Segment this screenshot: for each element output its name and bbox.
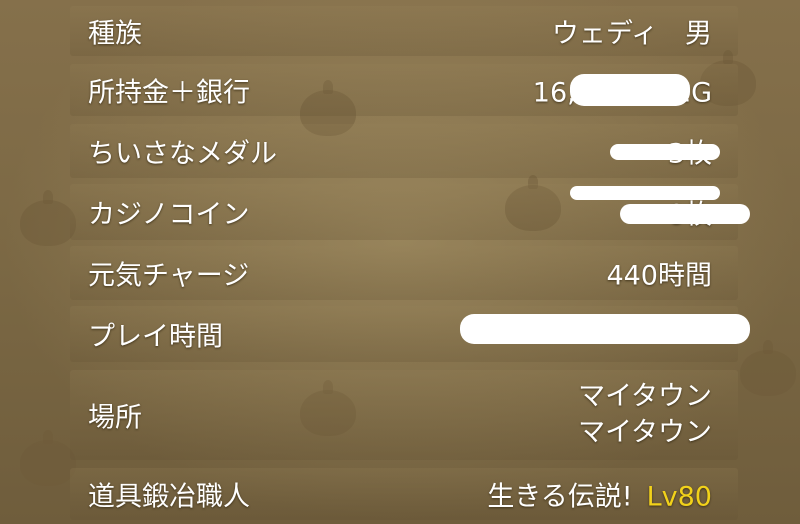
row-location: 場所 マイタウン マイタウン xyxy=(70,370,738,460)
redaction-mark xyxy=(610,144,720,160)
slime-decoration-icon xyxy=(740,340,796,396)
row-small-medals: ちいさなメダル 3枚 xyxy=(70,124,738,178)
redaction-mark xyxy=(570,186,720,200)
location-label: 場所 xyxy=(88,402,142,434)
race-value: ウェディ 男 xyxy=(551,18,712,50)
slime-decoration-icon xyxy=(20,430,76,486)
play-time-label: プレイ時間 xyxy=(88,321,223,353)
location-line-1: マイタウン xyxy=(578,381,712,412)
location-line-2: マイタウン xyxy=(578,417,712,448)
row-race: 種族 ウェディ 男 xyxy=(70,6,738,56)
row-play-time: プレイ時間 xyxy=(70,306,750,362)
row-casino-coins: カジノコイン 0枚 xyxy=(70,184,750,240)
gold-label: 所持金＋銀行 xyxy=(88,77,250,109)
redaction-mark xyxy=(570,74,690,106)
redaction-mark xyxy=(460,314,750,344)
row-craft-profession: 道具鍛冶職人 生きる伝説! Lv80 xyxy=(70,468,738,520)
craft-level: Lv80 xyxy=(646,481,712,513)
row-energy-charge: 元気チャージ 440時間 xyxy=(70,246,738,300)
energy-charge-label: 元気チャージ xyxy=(88,260,250,292)
casino-coins-label: カジノコイン xyxy=(88,199,250,231)
craft-profession-label: 道具鍛冶職人 xyxy=(88,481,250,513)
race-label: 種族 xyxy=(88,18,142,50)
character-info-panel: 種族 ウェディ 男 所持金＋銀行 16, 71G ちいさなメダル 3枚 カジノコ… xyxy=(0,0,800,524)
location-values: マイタウン マイタウン xyxy=(578,379,712,451)
small-medals-label: ちいさなメダル xyxy=(88,138,277,170)
row-gold: 所持金＋銀行 16, 71G xyxy=(70,64,738,116)
craft-title: 生きる伝説! xyxy=(487,481,633,513)
redaction-mark xyxy=(620,204,750,224)
energy-charge-value: 440時間 xyxy=(606,260,712,292)
slime-decoration-icon xyxy=(20,190,76,246)
craft-profession-value: 生きる伝説! Lv80 xyxy=(487,475,712,514)
